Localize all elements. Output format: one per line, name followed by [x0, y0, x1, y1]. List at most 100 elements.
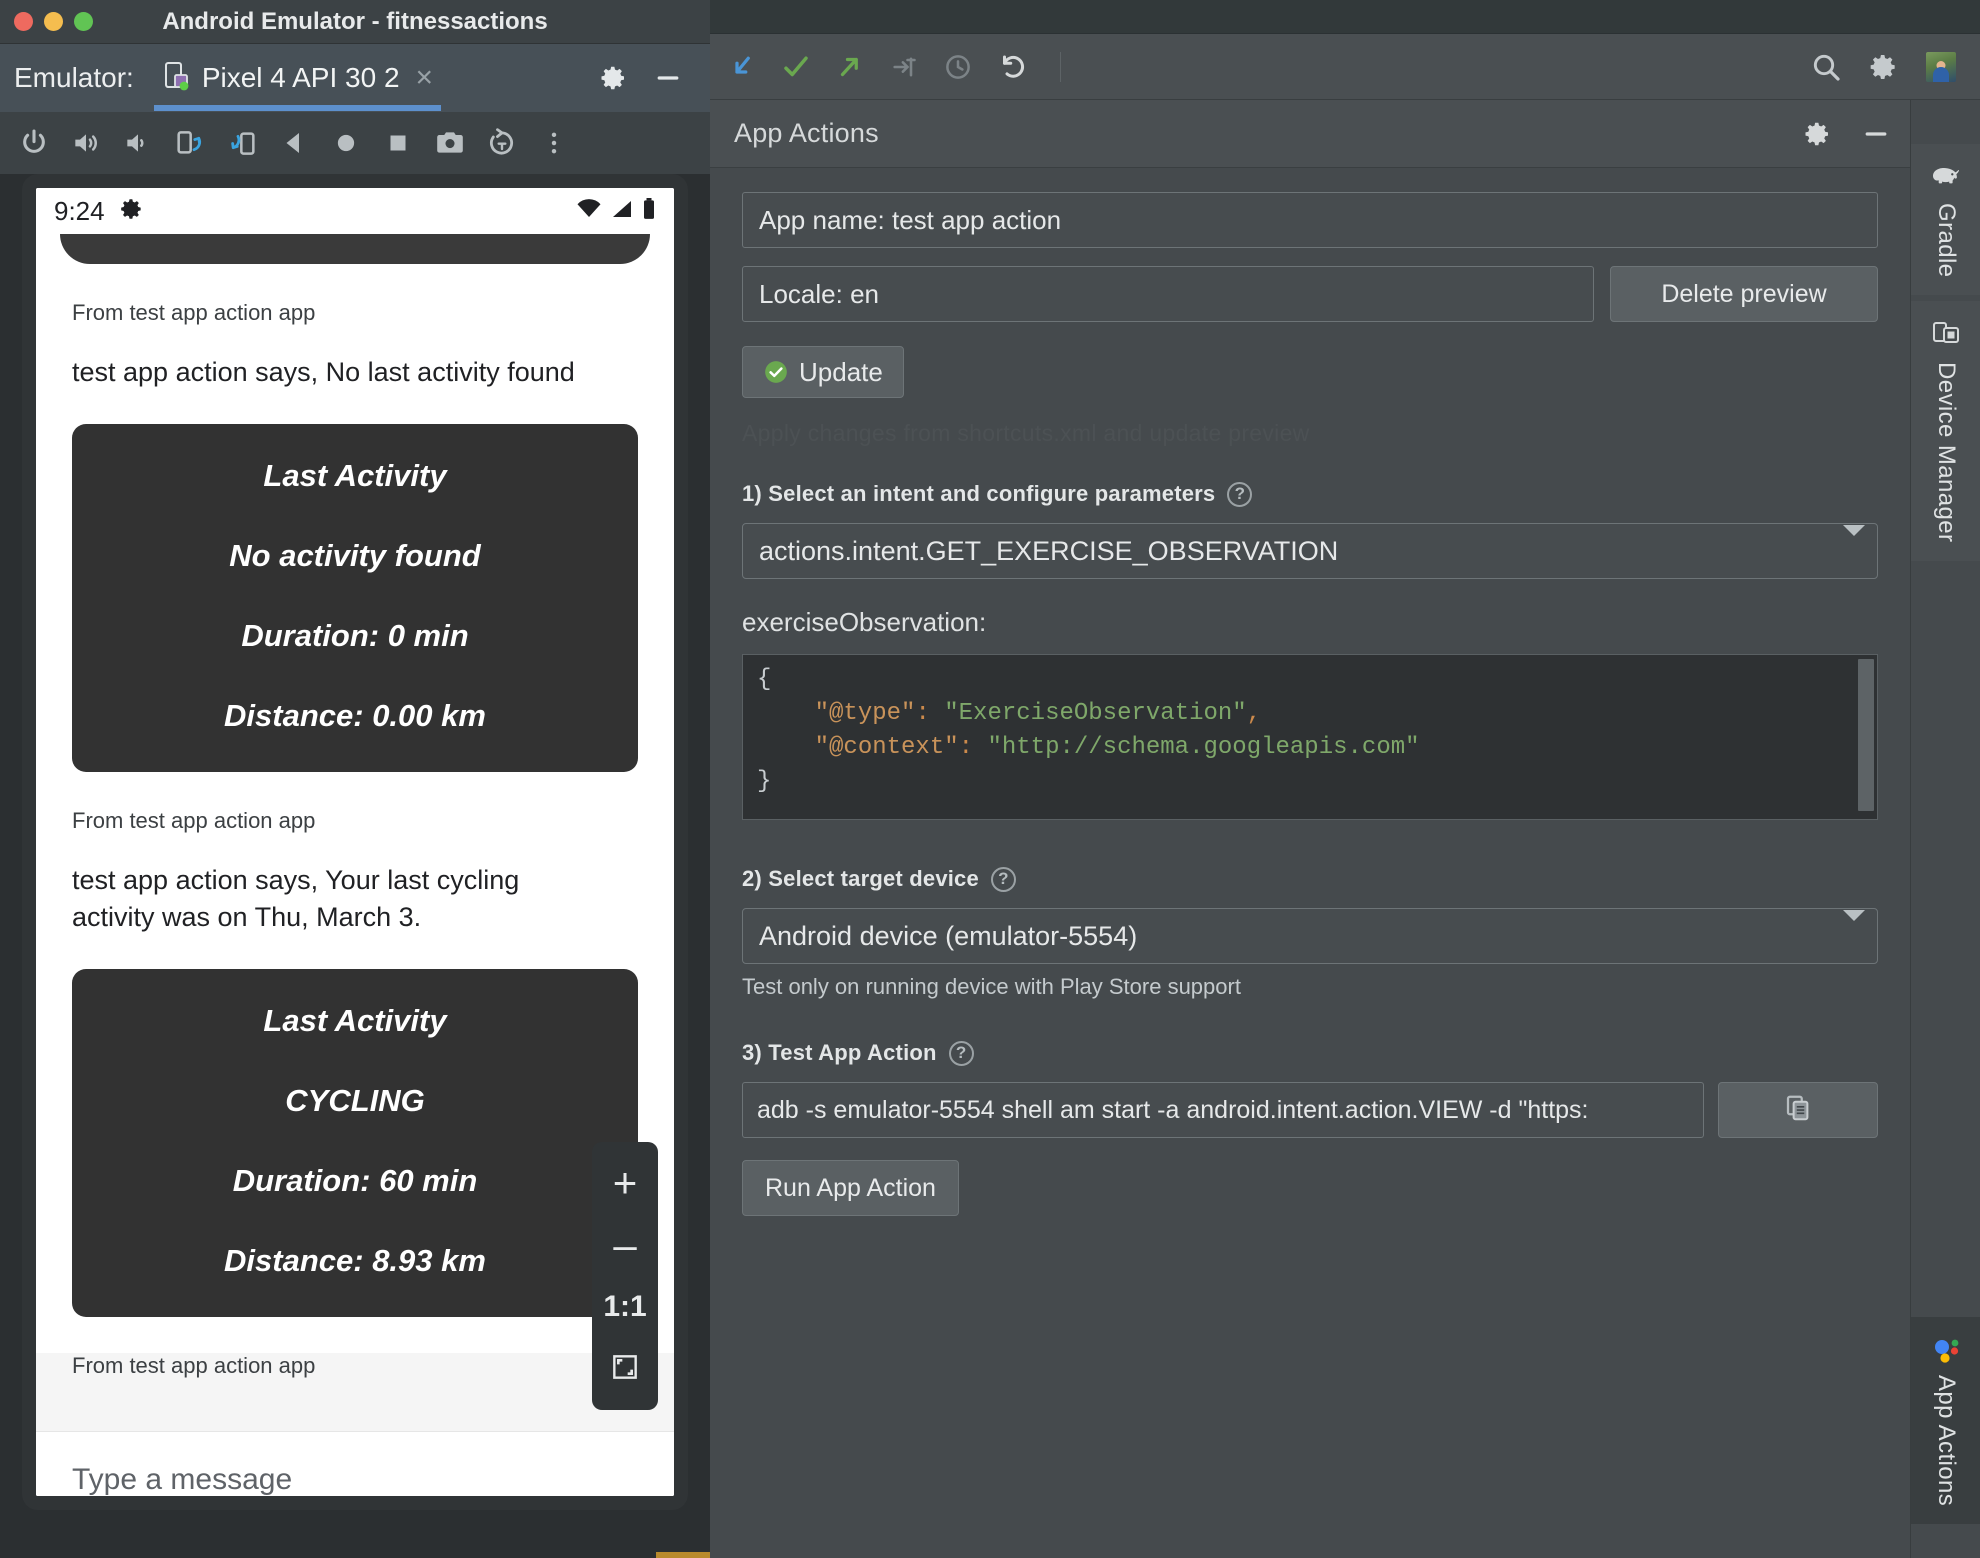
zoom-in-button[interactable]: + [592, 1152, 658, 1214]
activity-card-title: Last Activity [263, 458, 447, 494]
window-traffic-lights [14, 12, 93, 31]
sidebar-item-app-actions[interactable]: App Actions [1911, 1316, 1980, 1524]
delete-preview-button[interactable]: Delete preview [1610, 266, 1878, 322]
intent-select[interactable]: actions.intent.GET_EXERCISE_OBSERVATION [742, 523, 1878, 579]
vcs-update-icon[interactable] [726, 51, 758, 83]
adb-command-field[interactable]: adb -s emulator-5554 shell am start -a a… [742, 1082, 1704, 1138]
zoom-fit-button[interactable] [592, 1338, 658, 1400]
ide-top-strip [710, 0, 1980, 34]
copy-command-button[interactable] [1718, 1082, 1878, 1138]
message-input-placeholder: Type a message [72, 1463, 293, 1497]
screenshot-icon[interactable] [424, 117, 476, 169]
app-name-field[interactable]: App name: test app action [742, 192, 1878, 248]
activity-card: Last Activity CYCLING Duration: 60 min D… [72, 969, 638, 1318]
vcs-push-icon[interactable] [834, 51, 866, 83]
maximize-window-button[interactable] [74, 12, 93, 31]
status-time: 9:24 [54, 195, 105, 226]
emulator-device-area: 9:24 From test app action app test app a… [0, 174, 710, 1558]
search-icon[interactable] [1810, 51, 1842, 83]
target-device-select[interactable]: Android device (emulator-5554) [742, 908, 1878, 964]
step-2-label: 2) Select target device [742, 866, 979, 891]
back-icon[interactable] [268, 117, 320, 169]
message-body: test app action says, No last activity f… [72, 357, 575, 387]
app-actions-panel: App name: test app action Locale: en Del… [710, 168, 1910, 1558]
json-line: "@type": "ExerciseObservation", [814, 700, 1262, 727]
volume-down-icon[interactable] [112, 117, 164, 169]
message-source: From test app action app [72, 808, 316, 834]
editor-scrollbar-thumb[interactable] [1858, 659, 1874, 811]
ide-toolbar [710, 34, 1980, 100]
message-source: From test app action app [72, 1353, 316, 1379]
zoom-actual-size-button[interactable]: 1:1 [592, 1276, 658, 1338]
sidebar-item-device-manager[interactable]: Device Manager [1911, 301, 1980, 561]
emulator-label: Emulator: [14, 62, 134, 93]
settings-gear-icon [119, 196, 145, 227]
update-button[interactable]: Update [742, 346, 904, 398]
json-line: { [757, 666, 772, 693]
step-1-label: 1) Select an intent and configure parame… [742, 481, 1216, 506]
target-device-value: Android device (emulator-5554) [759, 920, 1138, 951]
vcs-commit-icon[interactable] [780, 51, 812, 83]
overview-icon[interactable] [372, 117, 424, 169]
vcs-history-icon[interactable] [942, 51, 974, 83]
activity-card-activity: No activity found [229, 538, 481, 574]
more-icon[interactable] [528, 117, 580, 169]
device-manager-icon [1931, 319, 1961, 352]
vcs-diff-icon[interactable] [888, 51, 920, 83]
message-input-row[interactable]: Type a message [36, 1432, 674, 1497]
help-icon[interactable]: ? [1227, 481, 1253, 507]
gear-icon[interactable] [1868, 51, 1900, 83]
emulator-window-title: Android Emulator - fitnessactions [162, 7, 548, 35]
step-2-heading: 2) Select target device ? [742, 866, 1878, 892]
tab-label: Pixel 4 API 30 2 [201, 62, 400, 93]
activity-card-distance: Distance: 8.93 km [224, 1243, 486, 1279]
run-app-action-button[interactable]: Run App Action [742, 1160, 959, 1216]
user-avatar[interactable] [1926, 51, 1956, 82]
update-button-label: Update [799, 356, 883, 387]
minimize-icon[interactable] [652, 62, 684, 94]
power-icon[interactable] [8, 117, 60, 169]
rotate-right-icon[interactable] [216, 117, 268, 169]
gear-icon[interactable] [1802, 118, 1834, 150]
message-body: test app action says, Your last cycling … [72, 865, 520, 932]
google-dots-icon [1931, 1335, 1961, 1365]
close-icon[interactable]: × [416, 61, 434, 95]
emulator-title-bar: Android Emulator - fitnessactions [0, 0, 710, 44]
volume-up-icon[interactable] [60, 117, 112, 169]
intent-select-value: actions.intent.GET_EXERCISE_OBSERVATION [759, 535, 1339, 566]
page-title: App Actions [734, 118, 879, 148]
signal-icon [610, 199, 634, 224]
gear-icon[interactable] [598, 62, 630, 94]
list-item: From test app action app test app action… [36, 808, 674, 1318]
home-icon[interactable] [320, 117, 372, 169]
activity-card: Last Activity No activity found Duration… [72, 424, 638, 773]
close-window-button[interactable] [14, 12, 33, 31]
activity-card-activity: CYCLING [285, 1083, 425, 1119]
green-check-icon [763, 359, 789, 385]
help-icon[interactable]: ? [948, 1040, 974, 1066]
sidebar-item-label: App Actions [1933, 1374, 1960, 1506]
emulator-zoom-controls: + – 1:1 [592, 1142, 658, 1410]
parameter-label: exerciseObservation: [742, 607, 987, 637]
sidebar-item-gradle[interactable]: Gradle [1911, 144, 1980, 296]
step-3-label: 3) Test App Action [742, 1040, 937, 1065]
locale-field[interactable]: Locale: en [742, 266, 1594, 322]
chat-app-body: From test app action app test app action… [36, 234, 674, 1496]
chevron-down-icon [1843, 909, 1865, 952]
tab-pixel-4-api-30-2[interactable]: Pixel 4 API 30 2 × [148, 45, 447, 111]
minimize-icon[interactable] [1860, 118, 1892, 150]
zoom-out-button[interactable]: – [592, 1214, 658, 1276]
activity-card-title: Last Activity [263, 1003, 447, 1039]
rotate-left-icon[interactable] [164, 117, 216, 169]
list-item: From test app action app [36, 1353, 674, 1432]
json-parameter-editor[interactable]: { "@type": "ExerciseObservation", "@cont… [742, 654, 1878, 820]
vcs-rollback-icon[interactable] [996, 51, 1028, 83]
phone-status-bar: 9:24 [36, 188, 674, 234]
emulator-window-bottom [0, 1524, 710, 1558]
minimize-window-button[interactable] [44, 12, 63, 31]
fit-screen-icon [609, 1351, 641, 1388]
help-icon[interactable]: ? [990, 866, 1016, 892]
record-icon[interactable] [476, 117, 528, 169]
device-hint-text: Test only on running device with Play St… [742, 974, 1241, 999]
json-content: { "@type": "ExerciseObservation", "@cont… [757, 663, 1877, 799]
